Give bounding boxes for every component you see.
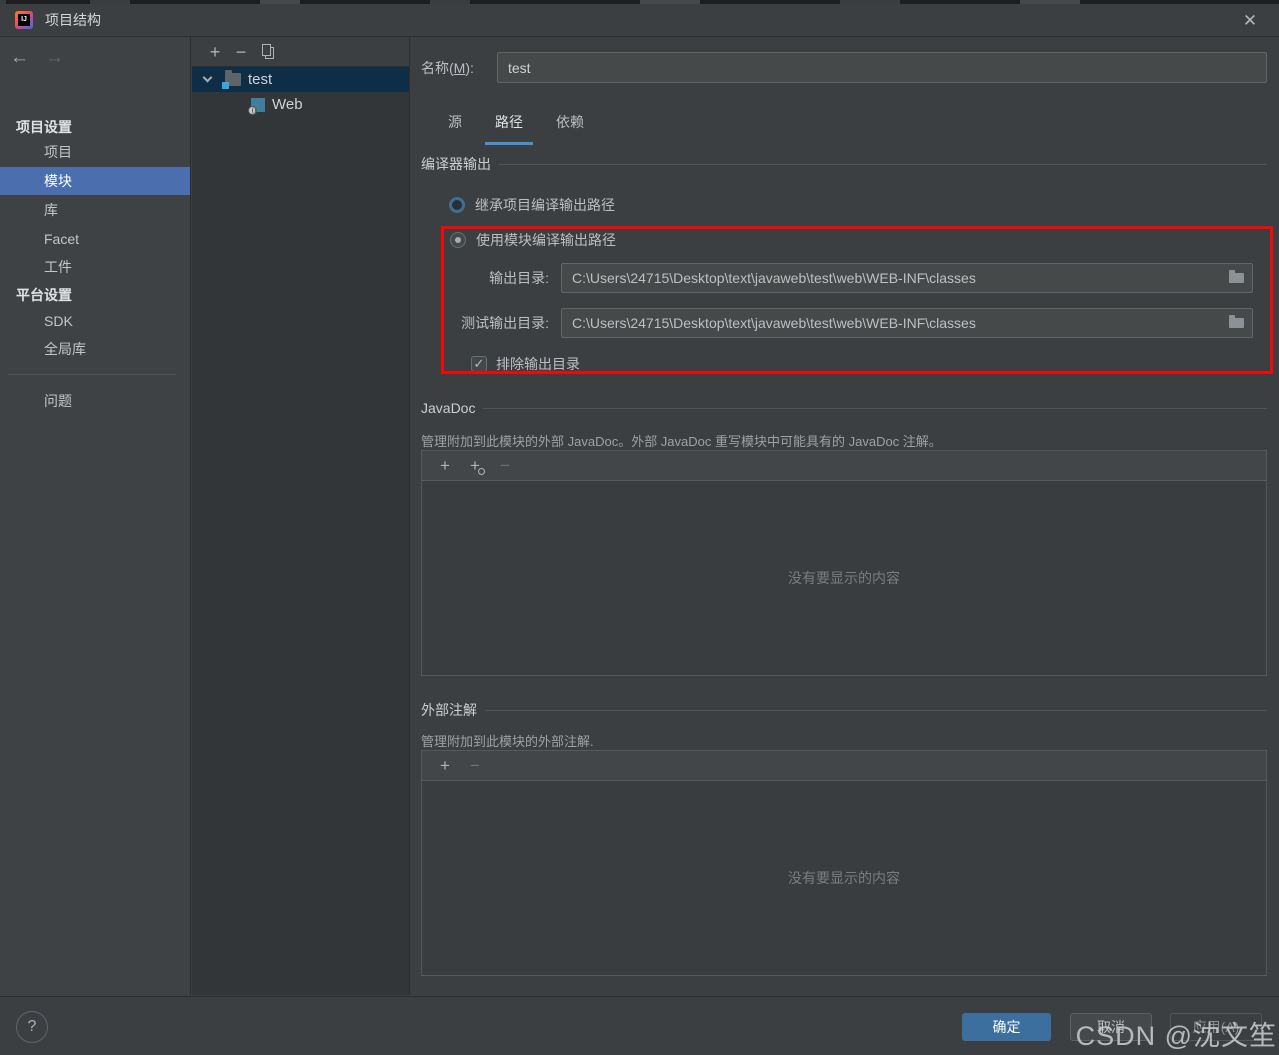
remove-module-icon[interactable]: −	[228, 39, 254, 65]
sidebar-divider	[8, 374, 176, 375]
module-tabs: 源 路径 依赖	[438, 104, 607, 145]
dialog-footer: ? 确定 取消 应用(A)	[0, 996, 1279, 1055]
ok-button[interactable]: 确定	[962, 1013, 1051, 1041]
external-annotations-empty-list: 没有要显示的内容	[422, 781, 1266, 975]
radio-unselected-icon[interactable]	[449, 197, 465, 213]
title-bar: IJ 项目结构 ✕	[0, 4, 1279, 37]
external-annotations-description: 管理附加到此模块的外部注解.	[421, 734, 594, 749]
sidebar-item-artifacts[interactable]: 工件	[0, 253, 190, 281]
forward-arrow-icon[interactable]: →	[45, 47, 64, 68]
tab-dependencies[interactable]: 依赖	[546, 104, 594, 145]
sidebar-group-platform-settings: 平台设置	[16, 287, 72, 303]
javadoc-empty-list: 没有要显示的内容	[422, 481, 1266, 675]
javadoc-description: 管理附加到此模块的外部 JavaDoc。外部 JavaDoc 重写模块中可能具有…	[421, 434, 942, 449]
back-arrow-icon[interactable]: ←	[10, 47, 29, 68]
tree-toolbar: + −	[192, 37, 409, 67]
output-dir-row: 输出目录:	[421, 263, 1253, 293]
module-tree-panel: + − test Web	[192, 37, 410, 995]
intellij-logo-icon: IJ	[15, 11, 33, 29]
tab-paths[interactable]: 路径	[485, 104, 533, 145]
module-editor-panel: 名称(M): 源 路径 依赖 编译器输出 继承项目编译输出路径 使用模块编译输出…	[411, 37, 1279, 995]
output-dir-label: 输出目录:	[489, 270, 549, 286]
radio-selected-icon[interactable]	[450, 232, 466, 248]
javadoc-section-header: JavaDoc	[421, 400, 1267, 416]
output-dir-input[interactable]	[561, 263, 1253, 293]
add-javadoc-icon[interactable]: +	[430, 456, 460, 476]
tree-node-test[interactable]: test	[192, 67, 409, 92]
sidebar-item-modules[interactable]: 模块	[0, 167, 190, 195]
tree-node-web[interactable]: Web	[192, 92, 409, 117]
globe-badge-icon	[478, 467, 485, 475]
browse-folder-icon[interactable]	[1229, 270, 1244, 283]
name-label: 名称(M):	[421, 59, 474, 76]
radio-module-output[interactable]: 使用模块编译输出路径	[450, 230, 616, 250]
sidebar-item-libraries[interactable]: 库	[0, 196, 190, 224]
external-annotations-list-panel: + − 没有要显示的内容	[421, 750, 1267, 976]
external-annotations-toolbar: + −	[422, 751, 1266, 781]
checkbox-checked-icon[interactable]: ✓	[471, 356, 487, 372]
sidebar-item-problems[interactable]: 问题	[0, 387, 190, 415]
test-output-dir-label: 测试输出目录:	[461, 315, 549, 331]
javadoc-toolbar: + + −	[422, 451, 1266, 481]
sidebar-item-sdk[interactable]: SDK	[0, 307, 190, 335]
chevron-down-icon[interactable]	[202, 72, 213, 83]
module-name-input[interactable]	[497, 52, 1267, 83]
help-button[interactable]: ?	[16, 1011, 48, 1043]
test-output-dir-input[interactable]	[561, 308, 1253, 338]
javadoc-list-panel: + + − 没有要显示的内容	[421, 450, 1267, 676]
module-icon	[222, 70, 241, 89]
sidebar-item-facets[interactable]: Facet	[0, 225, 190, 253]
add-annotation-icon[interactable]: +	[430, 756, 460, 776]
remove-annotation-icon[interactable]: −	[460, 756, 490, 776]
compiler-output-section-header: 编译器输出	[421, 154, 1267, 174]
sidebar-group-project-settings: 项目设置	[16, 119, 72, 135]
test-output-dir-row: 测试输出目录:	[421, 308, 1253, 338]
sidebar-item-global-libraries[interactable]: 全局库	[0, 335, 190, 363]
module-name-row: 名称(M):	[421, 52, 1267, 83]
browse-folder-icon[interactable]	[1229, 315, 1244, 328]
close-icon[interactable]: ✕	[1239, 10, 1261, 32]
web-facet-icon	[248, 97, 265, 115]
project-structure-dialog: IJ 项目结构 ✕ ← → 项目设置 项目 模块 库 Facet 工件 平台设置 …	[0, 0, 1279, 1055]
external-annotations-section-header: 外部注解	[421, 700, 1267, 720]
cancel-button[interactable]: 取消	[1070, 1013, 1152, 1041]
radio-inherit-output[interactable]: 继承项目编译输出路径	[449, 195, 615, 215]
exclude-output-checkbox-row[interactable]: ✓ 排除输出目录	[471, 354, 580, 374]
remove-javadoc-icon[interactable]: −	[490, 456, 520, 476]
tree-node-label: test	[248, 71, 273, 88]
tree-node-label: Web	[272, 96, 303, 113]
apply-button[interactable]: 应用(A)	[1170, 1013, 1262, 1041]
add-javadoc-url-icon[interactable]: +	[460, 456, 490, 476]
add-module-icon[interactable]: +	[202, 39, 228, 65]
sidebar-item-project[interactable]: 项目	[0, 138, 190, 166]
settings-sidebar: ← → 项目设置 项目 模块 库 Facet 工件 平台设置 SDK 全局库 问题	[0, 37, 191, 995]
dialog-title: 项目结构	[45, 12, 101, 28]
copy-module-icon[interactable]	[254, 41, 280, 63]
tab-sources[interactable]: 源	[438, 104, 472, 145]
nav-arrows: ← →	[10, 47, 64, 69]
